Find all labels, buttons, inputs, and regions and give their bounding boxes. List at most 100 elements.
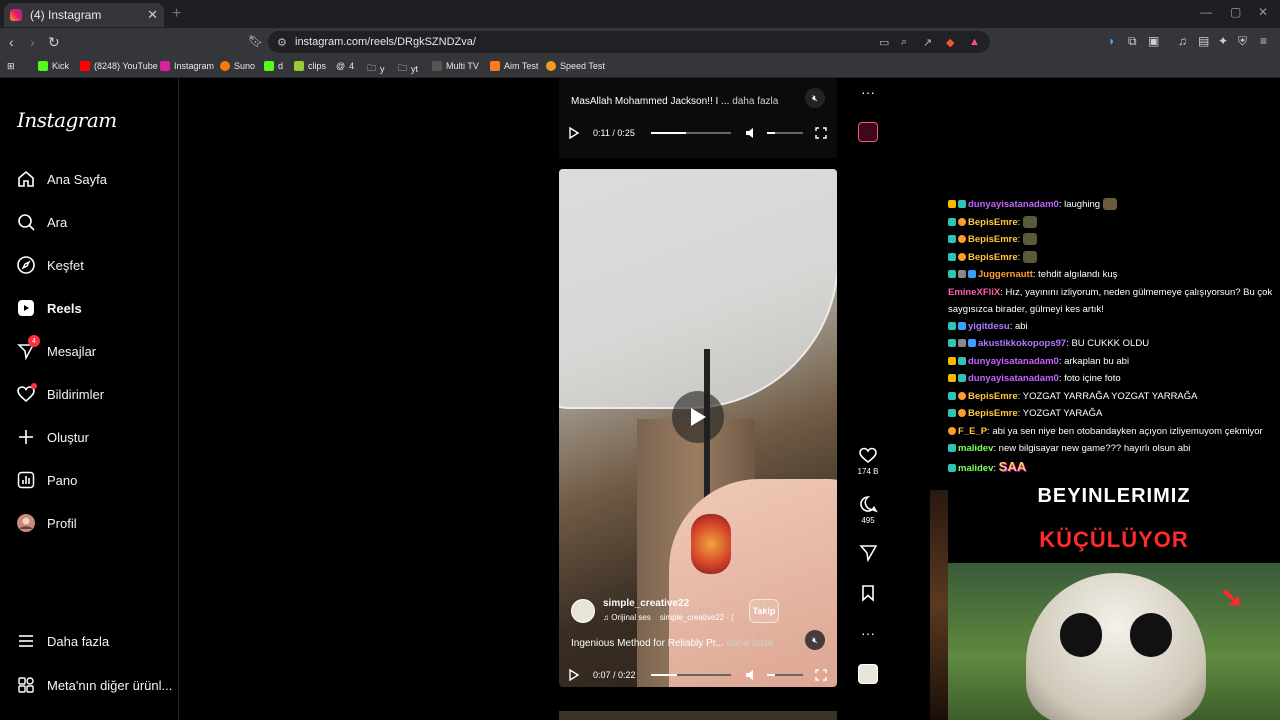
nav-create[interactable]: Oluştur — [16, 425, 89, 449]
reel-caption[interactable]: Ingenious Method for Reliably Pr... daha… — [571, 638, 773, 649]
bookmark-instagram[interactable]: Instagram — [160, 61, 214, 71]
site-info-icon[interactable]: ⚙ — [277, 36, 287, 49]
reel-author[interactable]: simple_creative22 ♫ Orijinal ses simple_… — [571, 598, 734, 623]
play-icon[interactable] — [569, 127, 579, 139]
chat-message: Juggernautt: tehdit algılandı kuş — [948, 266, 1280, 284]
reload-icon[interactable]: ↻ — [48, 34, 60, 51]
bookmark-page-icon[interactable]: 🔖︎ — [248, 34, 263, 48]
progress-bar[interactable] — [651, 674, 731, 676]
instagram-logo[interactable]: Instagram — [17, 108, 117, 132]
bookmark-multi-tv[interactable]: Multi TV — [432, 61, 479, 71]
minimize-icon[interactable]: — — [1200, 5, 1212, 19]
address-bar[interactable]: ⚙ instagram.com/reels/DRgkSZNDZva/ ▭ ⌕ ↗… — [268, 31, 990, 53]
reader-icon[interactable]: ▣ — [1148, 34, 1159, 48]
bookmark-youtube[interactable]: (8248) YouTube — [80, 61, 158, 71]
sub-badge-icon — [958, 356, 966, 365]
nav-reels[interactable]: Reels — [16, 296, 82, 320]
video-controls: 0:11 / 0:25 — [559, 121, 837, 145]
bookmark-d[interactable]: d — [264, 61, 283, 71]
cast-icon[interactable]: ▭ — [879, 36, 889, 49]
audio-thumbnail-icon[interactable] — [858, 664, 878, 684]
nav-explore[interactable]: Keşfet — [16, 253, 84, 277]
bookmark-folder-yt[interactable]: 🗀︎ yt — [398, 61, 418, 77]
more-options-icon[interactable]: ··· — [852, 84, 884, 100]
extensions-icon[interactable]: ⧉ — [1128, 34, 1137, 49]
zoom-icon[interactable]: ⌕ — [901, 36, 907, 49]
video-controls: 0:07 / 0:22 — [559, 663, 837, 687]
nav-search[interactable]: Ara — [16, 210, 67, 234]
save-button[interactable] — [852, 584, 884, 602]
volume-icon[interactable] — [745, 669, 757, 681]
volume-slider[interactable] — [767, 132, 803, 134]
chat-message: malidev: SAA — [948, 458, 1280, 478]
share-button[interactable] — [852, 544, 884, 562]
reel-next[interactable] — [559, 711, 837, 720]
brave-rewards-icon[interactable]: ▲ — [969, 36, 980, 48]
fullscreen-icon[interactable] — [815, 669, 827, 681]
more-options-icon[interactable]: ··· — [852, 625, 884, 641]
share-icon[interactable]: ↗ — [923, 36, 932, 49]
muted-icon[interactable]: 🔇︎ — [805, 88, 825, 108]
new-tab-button[interactable]: + — [172, 5, 181, 23]
audio-thumbnail-icon[interactable] — [858, 122, 878, 142]
nav-meta-products[interactable]: Meta'nın diğer ürünl... — [16, 673, 172, 697]
chat-message: F_E_P: abi ya sen niye ben otobandayken … — [948, 423, 1280, 441]
sub-badge-icon — [948, 252, 956, 261]
back-icon[interactable]: ‹ — [9, 34, 14, 50]
close-window-icon[interactable]: ✕ — [1258, 5, 1268, 19]
sub-badge-icon — [948, 463, 956, 472]
nav-more[interactable]: Daha fazla — [16, 629, 109, 653]
nav-notifications[interactable]: Bildirimler — [16, 382, 104, 406]
progress-fill — [651, 132, 687, 134]
nav-messages[interactable]: 4 Mesajlar — [16, 335, 96, 363]
reel-previous[interactable]: MasAllah Mohammed Jackson!! I ... daha f… — [559, 78, 837, 158]
tab-instagram[interactable]: (4) Instagram ✕ — [4, 3, 164, 27]
reel-video[interactable]: simple_creative22 ♫ Orijinal ses simple_… — [559, 169, 837, 687]
volume-icon[interactable] — [745, 127, 757, 139]
badge-icon — [958, 339, 966, 347]
more-link[interactable]: daha fazla — [732, 96, 778, 107]
vpn-icon[interactable]: ⛨ — [1238, 34, 1247, 49]
follow-button[interactable]: Takip — [749, 599, 779, 623]
more-link[interactable]: daha fazla — [727, 638, 773, 649]
emote-icon — [1022, 250, 1037, 263]
bookmark-suno[interactable]: Suno — [220, 61, 255, 71]
thumbnail-title-line1: BEYINLERIMIZ — [1037, 485, 1191, 507]
fullscreen-icon[interactable] — [815, 127, 827, 139]
leo-ai-icon[interactable]: ✦ — [1218, 34, 1228, 48]
reel-caption[interactable]: MasAllah Mohammed Jackson!! I ... daha f… — [571, 96, 778, 107]
media-icon[interactable]: ♫ — [1178, 34, 1187, 48]
progress-bar[interactable] — [651, 132, 731, 134]
nav-profile[interactable]: Profil — [16, 511, 77, 535]
author-avatar[interactable] — [571, 599, 595, 623]
brave-shield-icon[interactable]: ◆ — [946, 36, 954, 49]
main-menu-icon[interactable]: ≡ — [1260, 34, 1267, 48]
bookmark-aim-test[interactable]: Aim Test — [490, 61, 538, 71]
muted-icon[interactable]: 🔇︎ — [805, 630, 825, 650]
play-button[interactable] — [672, 391, 724, 443]
bookmark-clips[interactable]: clips — [294, 61, 326, 71]
audio-info[interactable]: ♫ Orijinal ses simple_creative22 · ( — [603, 613, 734, 622]
author-username[interactable]: simple_creative22 — [603, 598, 689, 609]
emote-icon — [1022, 215, 1037, 228]
comment-button[interactable]: 495 — [852, 495, 884, 525]
plus-icon — [16, 427, 36, 447]
bookmark-folder-y[interactable]: 🗀︎ y — [367, 61, 385, 77]
like-button[interactable]: 174 B — [852, 446, 884, 476]
badge-icon — [968, 339, 976, 347]
maximize-icon[interactable]: ▢ — [1230, 5, 1241, 19]
sub-badge-icon — [948, 217, 956, 226]
apps-grid-icon[interactable]: ⊞ — [7, 61, 15, 72]
wallet-icon[interactable]: ▤ — [1198, 34, 1209, 48]
bookmark-4[interactable]: @4 — [336, 61, 354, 71]
close-tab-icon[interactable]: ✕ — [147, 7, 158, 23]
volume-slider[interactable] — [767, 674, 803, 676]
bookmark-kick[interactable]: Kick — [38, 61, 69, 71]
nav-home[interactable]: Ana Sayfa — [16, 167, 107, 191]
play-icon[interactable] — [569, 669, 579, 681]
nav-dashboard[interactable]: Pano — [16, 468, 77, 492]
bookmark-speed-test[interactable]: Speed Test — [546, 61, 605, 71]
forward-icon[interactable]: › — [30, 34, 35, 50]
kick-icon — [38, 61, 48, 71]
audio-playing-icon[interactable]: ◗ — [1108, 34, 1115, 48]
